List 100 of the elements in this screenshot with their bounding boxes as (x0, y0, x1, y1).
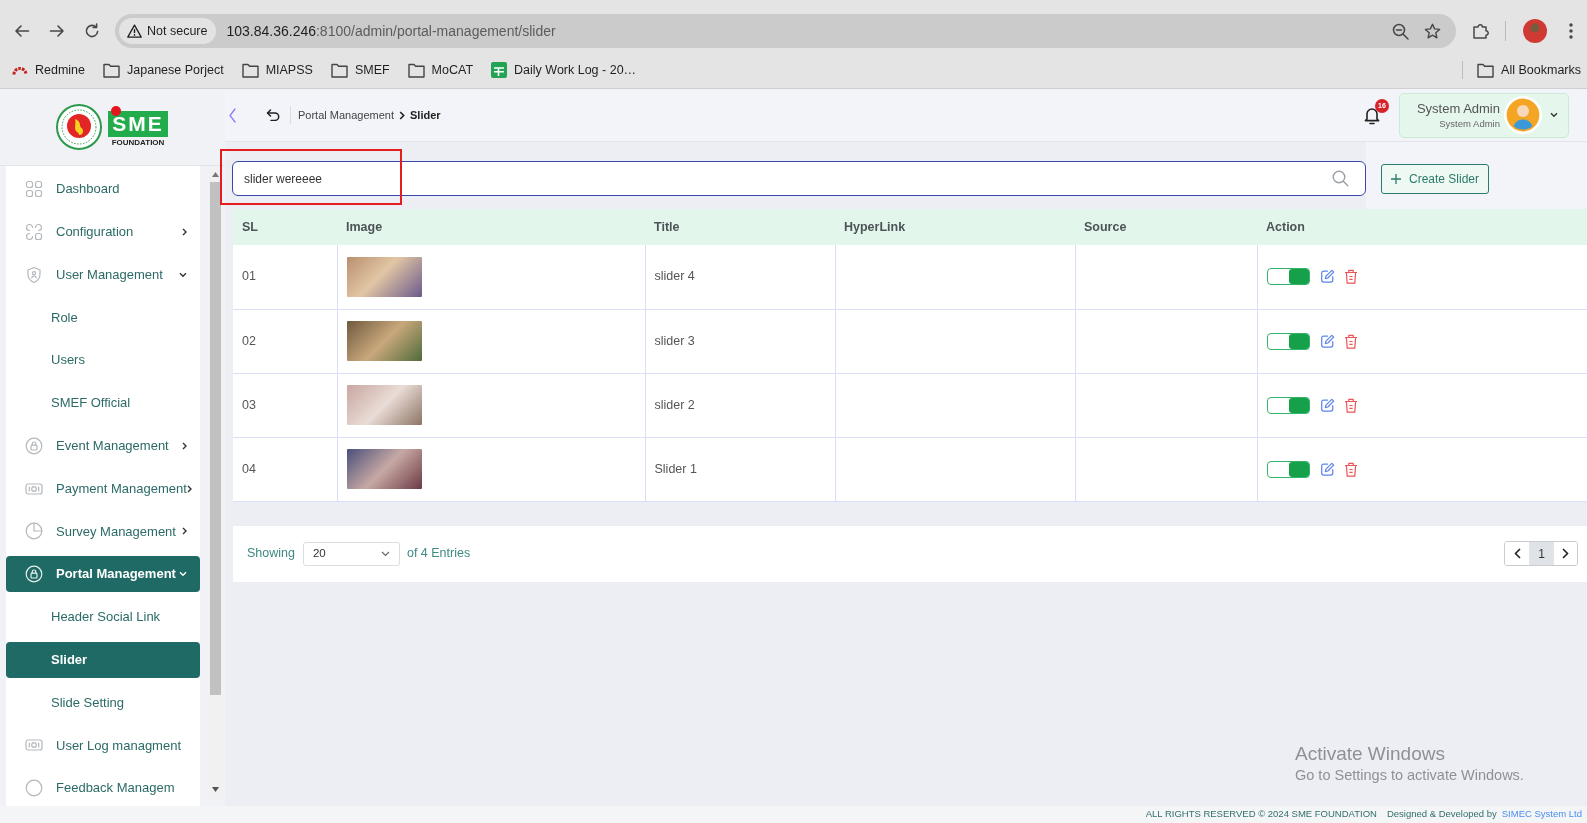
sidebar-item[interactable]: Dashboard (6, 171, 200, 207)
search-icon[interactable] (1332, 170, 1349, 187)
chevron-left-icon[interactable] (229, 107, 236, 123)
edit-icon[interactable] (1319, 333, 1335, 349)
trash-icon[interactable] (1343, 269, 1358, 285)
trash-icon[interactable] (1343, 333, 1358, 349)
scrollbar-thumb[interactable] (210, 182, 221, 695)
sidebar-item[interactable]: Event Management (6, 427, 200, 464)
table-cell: 04 (233, 437, 337, 501)
bookmark-link[interactable]: Redmine (12, 60, 86, 80)
sidebar-item[interactable]: Payment Management (6, 470, 200, 507)
sidebar-subitem[interactable]: Slider (6, 641, 200, 678)
sidebar-item[interactable]: User Log managment (6, 727, 200, 764)
grid-icon (25, 180, 43, 198)
reload-icon[interactable] (84, 23, 100, 39)
arc-icon (12, 65, 28, 75)
scrollbar-track[interactable] (209, 166, 222, 798)
chevron-right-icon (399, 110, 405, 120)
lock-icon (25, 565, 43, 584)
trash-icon[interactable] (1343, 461, 1358, 477)
bookmark-link[interactable]: MoCAT (407, 60, 474, 80)
column-header: Image (337, 209, 645, 245)
edit-icon[interactable] (1319, 269, 1335, 285)
table-cell: slider 3 (645, 309, 835, 373)
profile-avatar[interactable] (1523, 19, 1547, 43)
trash-icon[interactable] (1343, 397, 1358, 413)
sidebar-item[interactable]: Portal Management (6, 556, 200, 593)
table-cell: 03 (233, 373, 337, 437)
sidebar-subitem[interactable]: Role (6, 299, 200, 336)
bookmark-link[interactable]: Daily Work Log - 20… (491, 60, 637, 80)
star-icon[interactable] (1424, 22, 1441, 40)
folder-icon (103, 62, 121, 78)
column-header: Action (1257, 209, 1587, 245)
security-chip[interactable]: Not secure (119, 18, 217, 44)
create-slider-button[interactable]: Create Slider (1381, 164, 1490, 194)
back-icon[interactable] (14, 23, 30, 39)
toggle-switch[interactable] (1266, 268, 1310, 286)
sidebar-subitem[interactable]: Users (6, 342, 200, 379)
search-field[interactable]: slider wereeee (232, 161, 1366, 196)
sidebar-subitem[interactable]: Slide Setting (6, 684, 200, 721)
credit-text: Designed & Developed by (1386, 807, 1497, 822)
plus-icon (1391, 174, 1401, 184)
sidebar-subitem[interactable]: Header Social Link (6, 598, 200, 635)
table-cell: 02 (233, 309, 337, 373)
column-header: Source (1075, 209, 1257, 245)
dot-icon (111, 105, 121, 116)
avatar-icon (1504, 96, 1542, 134)
url-text: 103.84.36.246:8100/admin/portal-management/slider (226, 21, 556, 41)
page-size-select[interactable]: 20 (302, 541, 400, 566)
address-bar[interactable]: Not secure 103.84.36.246:8100/admin/portal-management/slider (115, 14, 1456, 48)
bookmark-link[interactable]: MIAPSS (241, 60, 313, 80)
pie-chart-icon (25, 522, 43, 541)
scroll-up-icon[interactable] (212, 172, 219, 177)
folder-icon (241, 62, 259, 78)
circle-icon (25, 779, 43, 798)
chevron-left-icon (1513, 548, 1521, 559)
column-header: SL (233, 209, 337, 245)
folder-icon (407, 62, 425, 78)
more-menu-icon[interactable] (1569, 23, 1573, 39)
lock-icon (25, 436, 43, 455)
toggle-switch[interactable] (1266, 396, 1310, 414)
chevron-down-icon (380, 550, 390, 557)
table-cell: 01 (233, 245, 337, 309)
sidebar-item[interactable]: User Management (6, 256, 200, 293)
toggle-switch[interactable] (1266, 460, 1310, 478)
toggle-switch[interactable] (1266, 332, 1310, 350)
page-button[interactable]: 1 (1529, 542, 1553, 565)
copyright-text: ALL RIGHTS RESERVED © 2024 SME FOUNDATION (1145, 807, 1377, 822)
table-cell: Slider 1 (645, 437, 835, 501)
bookmark-link[interactable]: SMEF (330, 60, 390, 80)
user-menu[interactable]: System Admin System Admin (1399, 92, 1569, 138)
edit-icon[interactable] (1319, 461, 1335, 477)
logo-caption: FOUNDATION (111, 137, 165, 148)
table-cell: slider 4 (645, 245, 835, 309)
zoom-out-icon[interactable] (1392, 22, 1409, 40)
bookmark-link[interactable]: All Bookmarks (1477, 60, 1581, 80)
undo-icon[interactable] (266, 109, 280, 121)
edit-icon[interactable] (1319, 397, 1335, 413)
table-cell: slider 2 (645, 373, 835, 437)
activation-title: Activate Windows (1295, 743, 1446, 765)
scroll-down-icon[interactable] (212, 787, 219, 792)
warning-icon (127, 24, 142, 38)
forward-icon[interactable] (49, 23, 65, 39)
sidebar-item[interactable]: Feedback Managem (6, 770, 200, 806)
shield-icon (25, 265, 43, 284)
sidebar-item[interactable]: Configuration (6, 213, 200, 250)
user-role: System Admin (1439, 116, 1500, 130)
showing-label: Showing (247, 545, 295, 563)
chevron-right-icon (1562, 548, 1569, 559)
user-name: System Admin (1416, 100, 1500, 117)
spreadsheet-icon (491, 62, 508, 78)
sidebar-subitem[interactable]: SMEF Official (6, 385, 200, 421)
sidebar-item[interactable]: Survey Management (6, 513, 200, 550)
column-header: Title (645, 209, 835, 245)
puzzle-icon[interactable] (1472, 22, 1490, 40)
breadcrumb-current: Slider (410, 107, 441, 123)
breadcrumb-link[interactable]: Portal Management (298, 106, 394, 124)
next-page-button[interactable] (1553, 542, 1577, 565)
bookmark-link[interactable]: Japanese Porject (103, 60, 224, 80)
logo-wordmark: SME (108, 110, 168, 137)
